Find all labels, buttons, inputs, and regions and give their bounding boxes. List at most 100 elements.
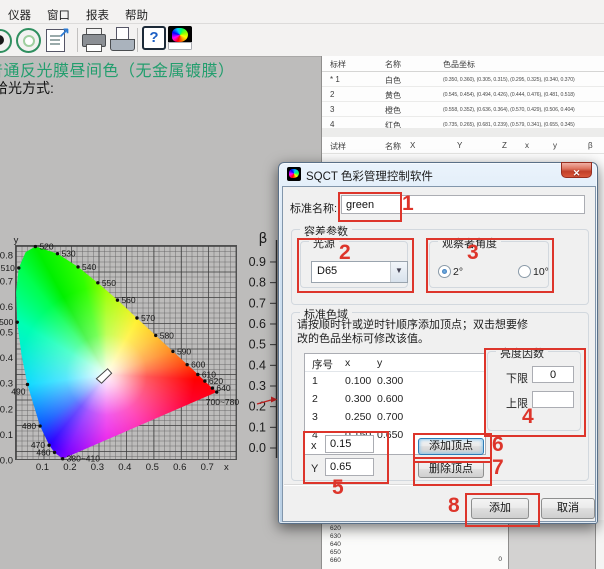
beta-tick-label: 0.8 xyxy=(249,276,266,290)
standards-table: * 1 白色 (0.350, 0.360), (0.305, 0.315), (0.… xyxy=(322,72,604,132)
toolbar: ↗ ? SQCT xyxy=(0,23,604,56)
annotation-number-6: 6 xyxy=(492,433,504,457)
cancel-button[interactable]: 取消 xyxy=(541,498,595,519)
vertex-cell: 0.300 xyxy=(345,393,371,405)
vertex-row[interactable]: 30.2500.700 xyxy=(305,408,485,426)
red-arrow-head xyxy=(271,397,278,403)
locus-label: 510 xyxy=(1,263,15,273)
vertex-list-header: 序号xy xyxy=(305,354,485,372)
sqct-logo-icon[interactable]: SQCT xyxy=(168,26,192,50)
annotation-box-4 xyxy=(484,348,586,437)
locus-label: 500 xyxy=(0,317,14,327)
background-column xyxy=(596,520,604,569)
beta-tick-label: 0.0 xyxy=(249,441,266,455)
x-tick-label: 0.1 xyxy=(36,462,49,473)
vertex-row[interactable]: 2 0.300 0.600 xyxy=(305,390,485,408)
x-tick-label: 0.4 xyxy=(118,462,131,473)
annotation-box-3 xyxy=(426,238,554,293)
menu-item-0[interactable]: 仪器 xyxy=(0,5,39,25)
beta-tick-label: 0.5 xyxy=(249,338,266,352)
x-axis-title: x xyxy=(224,462,229,473)
vertex-cell: 1 xyxy=(312,375,318,387)
close-icon: ✕ xyxy=(573,168,581,178)
y-tick-label: 0.5 xyxy=(0,328,13,339)
vertex-cell: 3 xyxy=(312,411,318,423)
samples-col-header: 试样 xyxy=(330,141,346,152)
vertex-col-header: x xyxy=(345,357,350,369)
vertex-cell: 0.100 xyxy=(345,375,371,387)
page-subtitle: 给光方式: xyxy=(0,78,54,98)
vertex-cell: 2 xyxy=(312,393,318,405)
vertex-cell: 0.700 xyxy=(377,411,403,423)
dialog-body: 标准名称: 容差参数 光源 D65 ▼ 观察者角度 2° 10° 标准色域 xyxy=(282,186,596,522)
beta-tick-label: 0.6 xyxy=(249,317,266,331)
samples-col-header: 名称 xyxy=(385,141,401,152)
samples-col-header: X xyxy=(410,141,415,150)
close-button[interactable]: ✕ xyxy=(561,162,592,178)
standard-name-label: 标准名称: xyxy=(290,200,337,216)
export-report-icon[interactable]: ↗ xyxy=(46,27,72,53)
top-bar: 仪器窗口报表帮助 ↗ ? xyxy=(0,0,604,57)
samples-col-header: x xyxy=(525,141,529,150)
standards-col-header: 色品坐标 xyxy=(443,59,475,70)
standards-row-coords: (0.558, 0.352), (0.636, 0.364), (0.570, … xyxy=(443,107,575,113)
x-tick-label: 0.6 xyxy=(173,462,186,473)
vertex-col-header: y xyxy=(377,357,382,369)
standards-row-coords: (0.545, 0.454), (0.494, 0.426), (0.444, … xyxy=(443,92,575,98)
beta-tick-label: 0.9 xyxy=(249,255,266,269)
beta-tick-label: 0.3 xyxy=(249,379,266,393)
app-window: 仪器窗口报表帮助 ↗ ? xyxy=(0,0,604,569)
background-column xyxy=(509,520,595,569)
wavelength-item: 630 xyxy=(322,533,508,541)
samples-col-header: β xyxy=(588,141,593,150)
red-arrow-line xyxy=(257,400,271,404)
samples-col-header: Y xyxy=(457,141,462,150)
table-row[interactable]: * 1 白色 (0.350, 0.360), (0.305, 0.315), (0.… xyxy=(322,72,604,87)
toolbar-separator xyxy=(137,28,138,52)
standards-row-id: * 1 xyxy=(330,75,340,84)
x-tick-label: 0.3 xyxy=(91,462,104,473)
arrow-up-right-icon: ↗ xyxy=(58,24,70,41)
table-row[interactable]: 2黄色(0.545, 0.454), (0.494, 0.426), (0.44… xyxy=(322,87,604,102)
annotation-number-4: 4 xyxy=(522,405,534,429)
beta-axis-title: β xyxy=(259,231,268,247)
target-dark-icon[interactable] xyxy=(0,27,14,53)
standards-table-header: 标样名称色品坐标 xyxy=(322,56,604,72)
menu-item-2[interactable]: 报表 xyxy=(78,5,117,25)
annotation-number-5: 5 xyxy=(332,476,344,500)
standards-col-header: 名称 xyxy=(385,59,401,70)
sqct-logo-icon xyxy=(287,167,301,181)
vertex-cell: 0.600 xyxy=(377,393,403,405)
beta-tick-label: 0.2 xyxy=(249,400,266,414)
target-inner-ring xyxy=(23,35,35,47)
annotation-box-2 xyxy=(297,238,414,293)
menu-item-3[interactable]: 帮助 xyxy=(117,5,156,25)
print-icon[interactable] xyxy=(81,27,107,53)
y-tick-label: 0.1 xyxy=(0,430,13,441)
annotation-number-3: 3 xyxy=(467,241,479,265)
standards-row-name: 橙色 xyxy=(385,105,401,116)
menu-item-1[interactable]: 窗口 xyxy=(39,5,78,25)
dialog-title: SQCT 色彩管理控制软件 xyxy=(306,168,433,184)
y-tick-label: 0.0 xyxy=(0,456,13,467)
print-preview-icon[interactable] xyxy=(109,27,135,53)
y-tick-label: 0.3 xyxy=(0,379,13,390)
y-tick-label: 0.8 xyxy=(0,251,13,262)
annotation-box-1 xyxy=(338,192,402,222)
samples-table-header: 试样名称XYZxyβ xyxy=(322,137,604,154)
y-tick-label: 0.6 xyxy=(0,302,13,313)
sqct-dialog: SQCT 色彩管理控制软件 ✕ 标准名称: 容差参数 光源 D65 ▼ 观察者角… xyxy=(278,162,598,524)
target-icon[interactable] xyxy=(16,27,42,53)
standards-row-id: 3 xyxy=(330,105,334,114)
standards-row-coords: (0.350, 0.360), (0.305, 0.315), (0.295, … xyxy=(443,77,575,83)
beta-tick-label: 0.4 xyxy=(249,358,266,372)
instruction-text: 请按顺时针或逆时针顺序添加顶点；双击想要修 改的色品坐标可修改该值。 xyxy=(297,318,528,346)
annotation-box-5 xyxy=(303,431,389,484)
table-row[interactable]: 3 橙色 (0.558, 0.352), (0.636, 0.364), (0.57… xyxy=(322,102,604,117)
help-icon[interactable]: ? xyxy=(142,26,166,50)
standards-row-name: 白色 xyxy=(385,75,401,86)
beta-tick-label: 0.1 xyxy=(249,420,266,434)
y-tick-label: 0.2 xyxy=(0,404,13,415)
annotation-box-8 xyxy=(465,493,540,527)
vertex-row[interactable]: 10.1000.300 xyxy=(305,372,485,390)
